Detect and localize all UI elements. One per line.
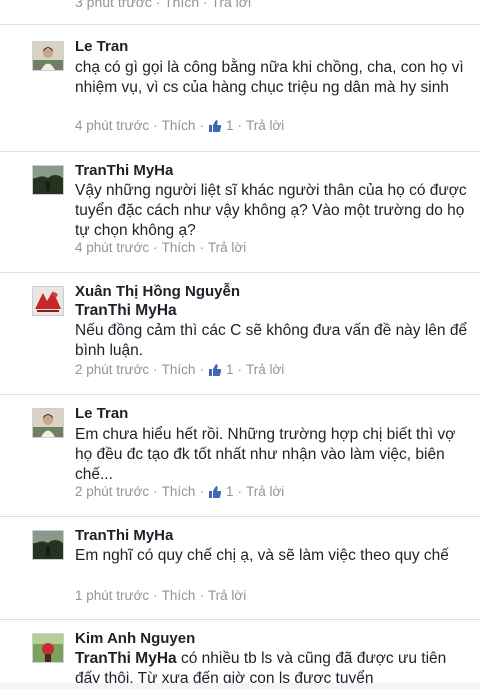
like-count: 1	[225, 484, 234, 499]
like-link[interactable]: Thích	[162, 118, 196, 133]
previous-comment-meta: 3 phút trước · Thích · Trả lời	[75, 0, 252, 10]
thumbs-up-icon	[208, 119, 222, 133]
comment-author[interactable]: Le Tran	[75, 38, 128, 55]
bottom-bar	[0, 683, 480, 689]
mentioned-user[interactable]: TranThi MyHa	[75, 301, 475, 321]
mentioned-user[interactable]: TranThi MyHa	[75, 650, 177, 667]
like-count: 1	[225, 118, 234, 133]
comment-text: Vậy những người liệt sĩ khác người thân …	[75, 182, 467, 239]
like-link[interactable]: Thích	[162, 240, 196, 255]
divider	[0, 516, 480, 517]
reply-link[interactable]: Trả lời	[246, 362, 284, 377]
avatar[interactable]	[32, 41, 64, 71]
comment-author[interactable]: Le Tran	[75, 405, 128, 422]
comment-feed: 3 phút trước · Thích · Trả lời Le Tran c…	[0, 0, 480, 689]
reply-link[interactable]: Trả lời	[246, 118, 284, 133]
avatar[interactable]	[32, 633, 64, 663]
comment-body: Nếu đồng cảm thì các C sẽ không đưa vấn …	[75, 322, 468, 359]
comment-meta: 1 phút trước · Thích · Trả lời	[75, 588, 247, 603]
comment-text: chạ có gì gọi là công bằng nữa khi chồng…	[75, 59, 464, 96]
reply-link[interactable]: Trả lời	[246, 484, 284, 499]
comment-meta: 4 phút trước · Thích · 1 · Trả lời	[75, 118, 285, 133]
comment-author[interactable]: Kim Anh Nguyen	[75, 630, 195, 647]
comment-author[interactable]: TranThi MyHa	[75, 162, 173, 179]
comment-meta: 2 phút trước · Thích · 1 · Trả lời	[75, 362, 285, 377]
comment-time[interactable]: 2 phút trước	[75, 362, 149, 377]
comment-time[interactable]: 1 phút trước	[75, 588, 149, 603]
like-link[interactable]: Thích	[162, 362, 196, 377]
divider	[0, 151, 480, 152]
thumbs-up-icon	[208, 363, 222, 377]
comment-author[interactable]: Xuân Thị Hồng Nguyễn	[75, 283, 240, 300]
divider	[0, 394, 480, 395]
divider	[0, 619, 480, 620]
comment-author[interactable]: TranThi MyHa	[75, 527, 173, 544]
comment-text: Em chưa hiểu hết rồi. Những trường hợp c…	[75, 426, 456, 483]
reply-link[interactable]: Trả lời	[208, 588, 246, 603]
avatar[interactable]	[32, 286, 64, 316]
avatar[interactable]	[32, 165, 64, 195]
comment-meta: 4 phút trước · Thích · Trả lời	[75, 240, 247, 255]
comment-time[interactable]: 2 phút trước	[75, 484, 149, 499]
comment-time[interactable]: 4 phút trước	[75, 240, 149, 255]
divider	[0, 24, 480, 25]
comment-meta: 2 phút trước · Thích · 1 · Trả lời	[75, 484, 285, 499]
comment-time[interactable]: 4 phút trước	[75, 118, 149, 133]
like-link[interactable]: Thích	[162, 588, 196, 603]
divider	[0, 272, 480, 273]
like-link[interactable]: Thích	[162, 484, 196, 499]
reply-link[interactable]: Trả lời	[208, 240, 246, 255]
comment-text: Em nghĩ có quy chế chị ạ, và sẽ làm việc…	[75, 547, 449, 564]
avatar[interactable]	[32, 408, 64, 438]
comment-text: TranThi MyHa Nếu đồng cảm thì các C sẽ k…	[75, 301, 475, 361]
avatar[interactable]	[32, 530, 64, 560]
like-count: 1	[225, 362, 234, 377]
thumbs-up-icon	[208, 485, 222, 499]
